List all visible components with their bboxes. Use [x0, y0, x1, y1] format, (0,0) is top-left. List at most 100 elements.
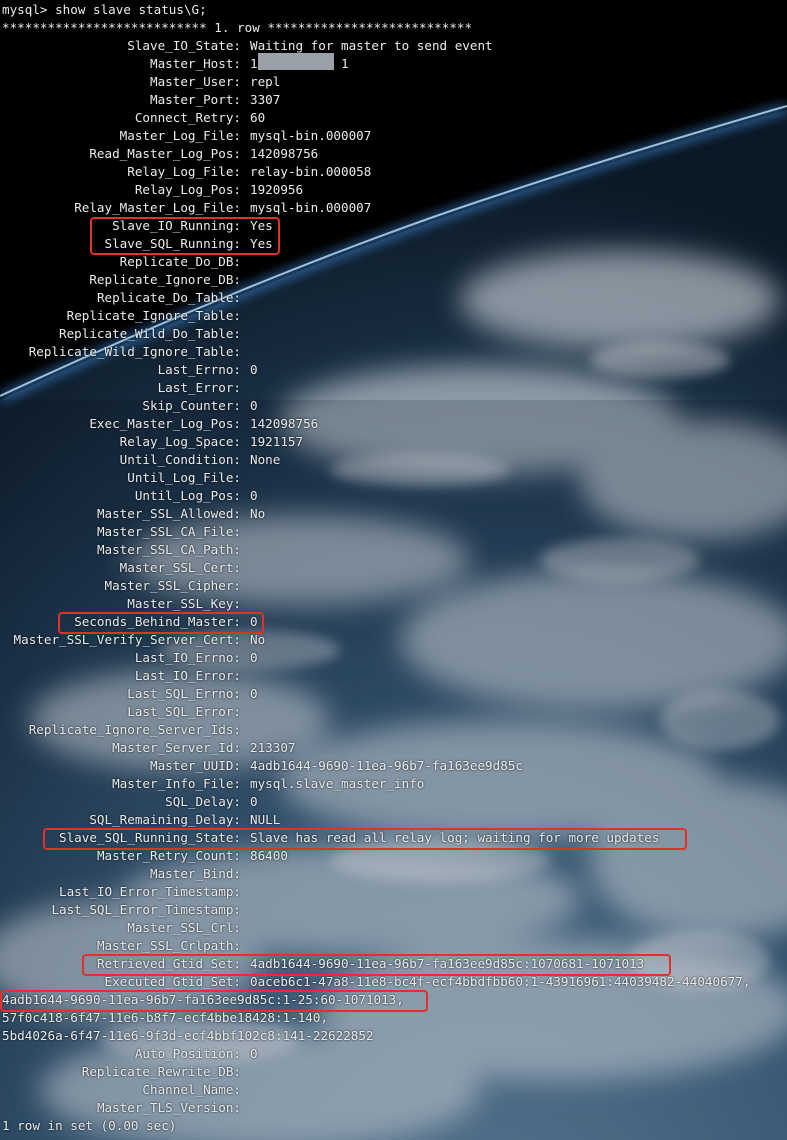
field-key: Exec_Master_Log_Pos: — [89, 416, 241, 431]
status-field-row: Skip_Counter: 0 — [0, 397, 787, 415]
field-key: Replicate_Ignore_Table: — [66, 308, 241, 323]
field-key: Replicate_Do_Table: — [96, 290, 241, 305]
field-key: Master_SSL_Crl: — [127, 920, 241, 935]
status-field-row: Slave_IO_State: Waiting for master to sen… — [0, 37, 787, 55]
status-field-row: Master_SSL_CA_Path: — [0, 541, 787, 559]
field-key: Skip_Counter: — [142, 398, 241, 413]
status-field-row: Master_Log_File: mysql-bin.000007 — [0, 127, 787, 145]
field-value: relay-bin.000058 — [250, 164, 372, 179]
field-key: Relay_Log_Space: — [119, 434, 241, 449]
field-value: 3307 — [250, 92, 281, 107]
field-key: Master_Log_File: — [119, 128, 241, 143]
status-field-row: Replicate_Wild_Ignore_Table: — [0, 343, 787, 361]
field-value: 60 — [250, 110, 266, 125]
field-value: 0 — [250, 650, 258, 665]
status-field-row: Master_Bind: — [0, 865, 787, 883]
status-field-row: Auto_Position: 0 — [0, 1045, 787, 1063]
status-field-row: Last_Error: — [0, 379, 787, 397]
status-field-row: Until_Log_File: — [0, 469, 787, 487]
field-key: Replicate_Do_DB: — [119, 254, 241, 269]
field-value: 0 — [250, 488, 258, 503]
field-key: Until_Log_File: — [127, 470, 241, 485]
field-key: Relay_Log_Pos: — [134, 182, 241, 197]
status-field-row: Connect_Retry: 60 — [0, 109, 787, 127]
field-value: 1920956 — [250, 182, 304, 197]
terminal-window[interactable]: mysql> show slave status\G; *************… — [0, 0, 787, 1140]
field-key: Master_SSL_Cipher: — [104, 578, 241, 593]
highlight-io-sql-running — [90, 217, 280, 255]
field-value: NULL — [250, 812, 281, 827]
field-value: 0 — [250, 398, 258, 413]
field-key: Replicate_Ignore_Server_Ids: — [28, 722, 241, 737]
field-key: Master_User: — [150, 74, 241, 89]
field-value: 213307 — [250, 740, 296, 755]
field-value: 4adb1644-9690-11ea-96b7-fa163ee9d85c — [250, 758, 523, 773]
field-key: Master_SSL_Allowed: — [96, 506, 241, 521]
field-value: None — [250, 452, 281, 467]
field-key: Replicate_Rewrite_DB: — [81, 1064, 241, 1079]
status-field-row: Until_Log_Pos: 0 — [0, 487, 787, 505]
status-field-row: Replicate_Wild_Do_Table: — [0, 325, 787, 343]
redacted-host-block — [258, 53, 334, 70]
field-key: Master_Host: — [150, 56, 241, 71]
status-field-row: Last_SQL_Error_Timestamp: — [0, 901, 787, 919]
highlight-retrieved-gtid — [82, 954, 671, 976]
field-key: Last_SQL_Error_Timestamp: — [51, 902, 241, 917]
line-text: mysql> show slave status\G; — [2, 2, 207, 17]
field-key: Relay_Log_File: — [127, 164, 241, 179]
status-field-row: Last_IO_Error_Timestamp: — [0, 883, 787, 901]
status-field-row: Until_Condition: None — [0, 451, 787, 469]
status-field-row: Replicate_Do_DB: — [0, 253, 787, 271]
status-field-row: Replicate_Ignore_DB: — [0, 271, 787, 289]
status-field-row: Relay_Log_File: relay-bin.000058 — [0, 163, 787, 181]
result-footer: 1 row in set (0.00 sec) — [0, 1117, 787, 1135]
status-field-row: Last_SQL_Errno: 0 — [0, 685, 787, 703]
field-key: Master_SSL_Cert: — [119, 560, 241, 575]
field-key: Master_SSL_Key: — [127, 596, 241, 611]
status-field-row: Relay_Master_Log_File: mysql-bin.000007 — [0, 199, 787, 217]
status-field-row: Master_SSL_Crlpath: — [0, 937, 787, 955]
field-key: Auto_Position: — [134, 1046, 241, 1061]
status-field-row: Replicate_Ignore_Table: — [0, 307, 787, 325]
field-key: Replicate_Wild_Do_Table: — [59, 326, 241, 341]
row-header: *************************** 1. row *****… — [0, 19, 787, 37]
field-key: Master_SSL_CA_File: — [96, 524, 241, 539]
status-field-row: Relay_Log_Pos: 1920956 — [0, 181, 787, 199]
status-field-row: Replicate_Rewrite_DB: — [0, 1063, 787, 1081]
highlight-executed-gtid-line — [0, 990, 428, 1012]
field-value: 0 — [250, 686, 258, 701]
status-field-row: Master_UUID: 4adb1644-9690-11ea-96b7-fa16… — [0, 757, 787, 775]
field-key: Master_SSL_Crlpath: — [96, 938, 241, 953]
status-field-row: Last_SQL_Error: — [0, 703, 787, 721]
field-key: Last_SQL_Errno: — [127, 686, 241, 701]
status-field-row: Master_Info_File: mysql.slave_master_info — [0, 775, 787, 793]
field-key: Channel_Name: — [142, 1082, 241, 1097]
status-field-row: Replicate_Do_Table: — [0, 289, 787, 307]
status-field-row: Channel_Name: — [0, 1081, 787, 1099]
status-field-row: Master_SSL_Allowed: No — [0, 505, 787, 523]
status-field-row: Last_IO_Error: — [0, 667, 787, 685]
field-key: Last_Errno: — [157, 362, 241, 377]
field-value: 142098756 — [250, 146, 319, 161]
command-line: mysql> show slave status\G; — [0, 1, 787, 19]
status-field-row: Relay_Log_Space: 1921157 — [0, 433, 787, 451]
field-key: Master_Port: — [150, 92, 241, 107]
line-text: 5bd4026a-6f47-11e6-9f3d-ecf4bbf102c8:141… — [2, 1028, 374, 1043]
status-field-row: Master_SSL_CA_File: — [0, 523, 787, 541]
status-field-row: Master_TLS_Version: — [0, 1099, 787, 1117]
status-field-row: Master_SSL_Cipher: — [0, 577, 787, 595]
field-key: Master_Bind: — [150, 866, 241, 881]
field-value: 0 — [250, 794, 258, 809]
field-value: 0 — [250, 362, 258, 377]
field-value: 0 — [250, 1046, 258, 1061]
status-field-row: Read_Master_Log_Pos: 142098756 — [0, 145, 787, 163]
field-key: Relay_Master_Log_File: — [74, 200, 241, 215]
field-value: 142098756 — [250, 416, 319, 431]
field-value: 1921157 — [250, 434, 304, 449]
field-key: Master_Info_File: — [112, 776, 241, 791]
field-key: Replicate_Ignore_DB: — [89, 272, 241, 287]
status-field-row: Master_User: repl — [0, 73, 787, 91]
field-key: Last_SQL_Error: — [127, 704, 241, 719]
highlight-sql-running-state — [43, 828, 687, 850]
status-field-row: Master_SSL_Cert: — [0, 559, 787, 577]
